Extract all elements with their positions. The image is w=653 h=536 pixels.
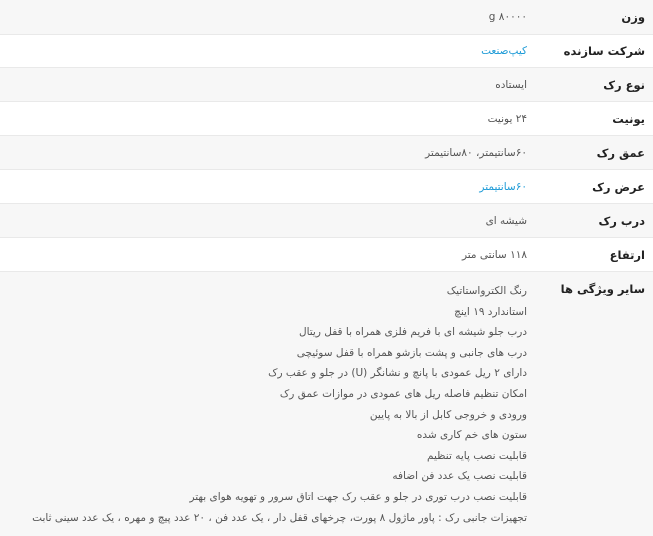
spec-value: ۶۰سانتیمتر، ۸۰سانتیمتر — [425, 146, 527, 159]
feature-item: درب های جانبی و پشت بازشو همراه با قفل س… — [296, 346, 527, 359]
feature-item: دارای ۲ ریل عمودی با پانچ و نشانگر (U) د… — [268, 367, 527, 380]
manufacturer-link[interactable]: کیپ‌صنعت — [0, 35, 529, 67]
spec-row-door: درب رک شیشه ای — [0, 204, 653, 238]
spec-value: ۲۴ یونیت — [487, 112, 527, 125]
feature-item: ورودی و خروجی کابل از بالا به پایین — [369, 408, 527, 421]
spec-label: یونیت — [612, 111, 645, 126]
spec-row-unit: یونیت ۲۴ یونیت — [0, 102, 653, 136]
spec-value: ایستاده — [495, 78, 527, 91]
feature-item: قابلیت نصب یک عدد فن اضافه — [392, 470, 527, 483]
spec-label: ارتفاع — [609, 247, 645, 262]
feature-item: قابلیت نصب درب توری در جلو و عقب رک جهت … — [189, 490, 527, 503]
feature-item: استاندارد ۱۹ اینچ — [454, 305, 527, 318]
spec-row-depth: عمق رک ۶۰سانتیمتر، ۸۰سانتیمتر — [0, 136, 653, 170]
spec-value: g ۸۰۰۰۰ — [488, 11, 527, 23]
spec-row-width: عرض رک ۶۰سانتیمتر — [0, 170, 653, 204]
feature-item: قابلیت نصب پایه تنظیم — [427, 449, 527, 462]
spec-row-rack-type: نوع رک ایستاده — [0, 68, 653, 102]
spec-label: شرکت سازنده — [563, 44, 645, 58]
feature-item: امکان تنظیم فاصله ریل های عمودی در موازا… — [279, 387, 527, 400]
spec-row-height: ارتفاع ۱۱۸ سانتی متر — [0, 238, 653, 272]
spec-value: ۱۱۸ سانتی متر — [461, 248, 527, 261]
spec-label: وزن — [621, 10, 645, 24]
spec-label: عرض رک — [592, 179, 645, 194]
feature-item: درب جلو شیشه ای با فریم فلزی همراه با قف… — [298, 326, 527, 339]
spec-value: شیشه ای — [485, 214, 527, 227]
spec-label: سایر ویژگی ها — [560, 282, 645, 296]
features-list: رنگ الکترواستاتیک استاندارد ۱۹ اینچ درب … — [0, 281, 527, 528]
spec-label: عمق رک — [596, 145, 645, 160]
spec-row-weight: وزن g ۸۰۰۰۰ — [0, 0, 653, 35]
feature-item: تجهیزات جانبی رک : پاور ماژول ۸ پورت، چر… — [32, 511, 527, 524]
spec-row-other-features: سایر ویژگی ها رنگ الکترواستاتیک استاندار… — [0, 272, 653, 536]
feature-item: رنگ الکترواستاتیک — [446, 285, 527, 297]
specifications-table: وزن g ۸۰۰۰۰ شرکت سازنده کیپ‌صنعت نوع رک … — [0, 0, 653, 536]
features-list-container: رنگ الکترواستاتیک استاندارد ۱۹ اینچ درب … — [0, 272, 529, 536]
spec-label: نوع رک — [603, 77, 645, 92]
spec-row-manufacturer: شرکت سازنده کیپ‌صنعت — [0, 35, 653, 68]
spec-label: درب رک — [598, 213, 645, 228]
width-link[interactable]: ۶۰سانتیمتر — [0, 170, 529, 203]
feature-item: ستون های خم کاری شده — [416, 429, 527, 442]
